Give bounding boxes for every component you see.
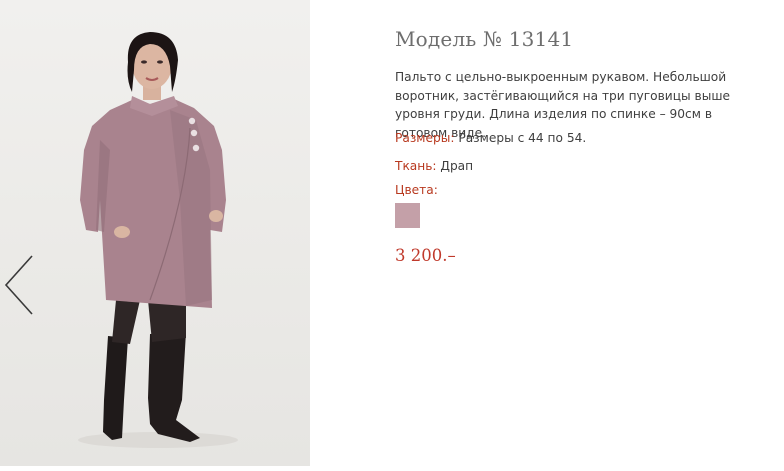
fabric-value: Драп <box>440 159 474 173</box>
colors-row: Цвета: <box>395 183 438 197</box>
color-swatch[interactable] <box>395 203 420 228</box>
sizes-row: Размеры: Размеры с 44 по 54. <box>395 131 586 145</box>
fabric-label: Ткань: <box>395 159 437 173</box>
model-in-coat-image <box>78 32 238 448</box>
product-title: Модель № 13141 <box>395 27 574 51</box>
colors-label: Цвета: <box>395 183 438 197</box>
gallery-prev-button[interactable] <box>2 252 36 318</box>
sizes-label: Размеры: <box>395 131 455 145</box>
sizes-value: Размеры с 44 по 54. <box>458 131 587 145</box>
chevron-left-icon <box>4 255 33 315</box>
fabric-row: Ткань: Драп <box>395 159 473 173</box>
product-price: 3 200.– <box>395 246 456 265</box>
product-photo <box>0 0 310 466</box>
